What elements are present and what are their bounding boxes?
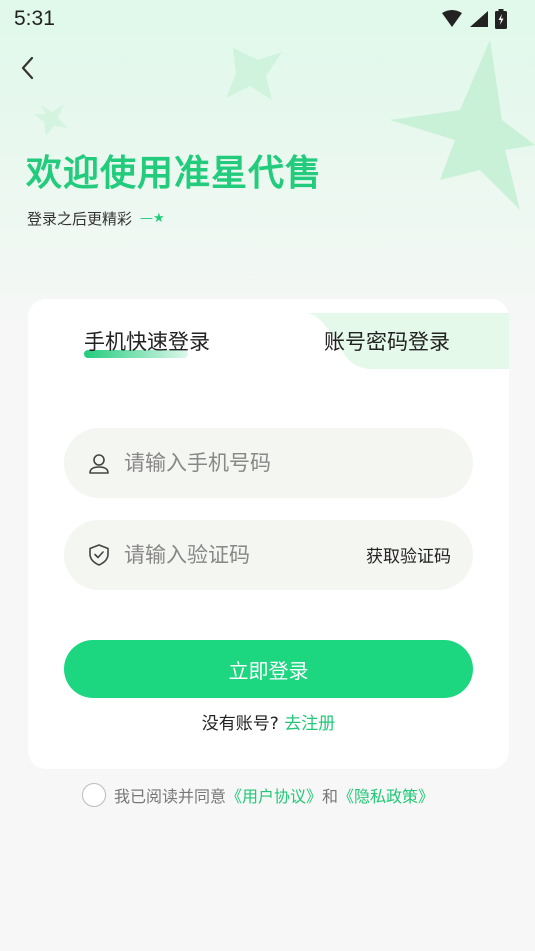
user-agreement-link[interactable]: 《用户协议》	[226, 787, 322, 806]
tab-password-login[interactable]: 账号密码登录	[324, 326, 450, 356]
privacy-policy-link[interactable]: 《隐私政策》	[338, 787, 434, 806]
page-title: 欢迎使用准星代售	[26, 153, 323, 194]
status-icons	[441, 9, 507, 29]
battery-icon	[495, 9, 507, 29]
tab-password-login-label: 账号密码登录	[324, 330, 450, 354]
wifi-icon	[442, 10, 462, 27]
tab-phone-login[interactable]: 手机快速登录	[84, 326, 210, 358]
agreement-row: 我已阅读并同意《用户协议》和《隐私政策》	[82, 783, 434, 807]
login-button[interactable]: 立即登录	[64, 640, 473, 698]
register-link[interactable]: 去注册	[284, 714, 335, 734]
status-time: 5:31	[14, 7, 55, 30]
shield-icon	[86, 542, 112, 568]
subtitle-text: 登录之后更精彩	[27, 210, 133, 228]
agreement-prefix: 我已阅读并同意	[114, 787, 227, 806]
phone-input[interactable]	[124, 428, 473, 498]
back-button[interactable]	[14, 54, 42, 82]
code-field[interactable]: 获取验证码	[64, 520, 473, 590]
phone-field[interactable]	[64, 428, 473, 498]
get-code-button[interactable]: 获取验证码	[366, 542, 451, 567]
login-card: 手机快速登录 账号密码登录 获取验证码 立即登录 没有账号? 去注册	[28, 299, 509, 769]
user-icon	[86, 450, 112, 476]
signal-icon	[470, 11, 488, 27]
agreement-and: 和	[322, 787, 339, 806]
chevron-left-icon	[21, 56, 34, 80]
register-prompt: 没有账号? 去注册	[28, 709, 509, 734]
subtitle-decoration: —★	[140, 211, 165, 226]
page-subtitle: 登录之后更精彩 —★	[27, 208, 165, 229]
tab-phone-login-label: 手机快速登录	[84, 330, 210, 354]
agreement-checkbox[interactable]	[82, 783, 106, 807]
no-account-text: 没有账号?	[201, 714, 279, 734]
status-bar: 5:31	[0, 0, 535, 38]
